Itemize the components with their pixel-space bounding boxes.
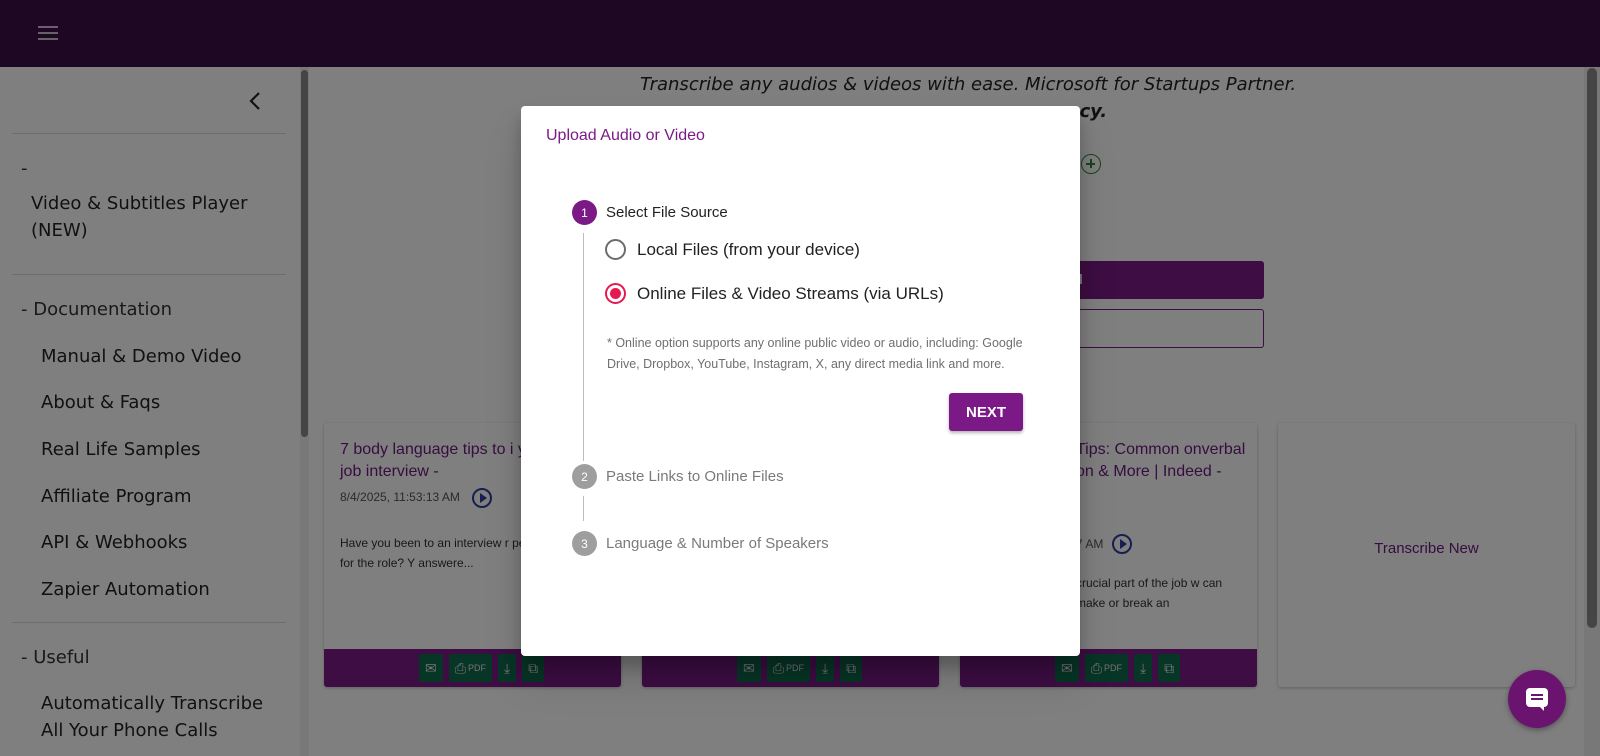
- step-number-2: 2: [572, 464, 597, 489]
- step-label-2: Paste Links to Online Files: [606, 468, 784, 485]
- option-label: Local Files (from your device): [637, 239, 860, 259]
- step-connector: [583, 233, 584, 461]
- chat-button[interactable]: [1508, 670, 1566, 728]
- next-button[interactable]: NEXT: [949, 393, 1023, 431]
- online-option-note: * Online option supports any online publ…: [607, 336, 1023, 371]
- step-number-1: 1: [572, 200, 597, 225]
- option-local-files[interactable]: Local Files (from your device): [605, 239, 860, 260]
- upload-dialog: Upload Audio or Video 1 Select File Sour…: [521, 106, 1080, 656]
- step-label-3: Language & Number of Speakers: [606, 535, 829, 552]
- option-online-files[interactable]: Online Files & Video Streams (via URLs): [605, 283, 944, 304]
- step-number-3: 3: [572, 531, 597, 556]
- option-label: Online Files & Video Streams (via URLs): [637, 283, 944, 303]
- step-label-1: Select File Source: [606, 204, 728, 221]
- dialog-title: Upload Audio or Video: [546, 127, 705, 144]
- radio-local-files[interactable]: [605, 239, 626, 260]
- step-connector: [583, 496, 584, 521]
- radio-online-files[interactable]: [605, 283, 626, 304]
